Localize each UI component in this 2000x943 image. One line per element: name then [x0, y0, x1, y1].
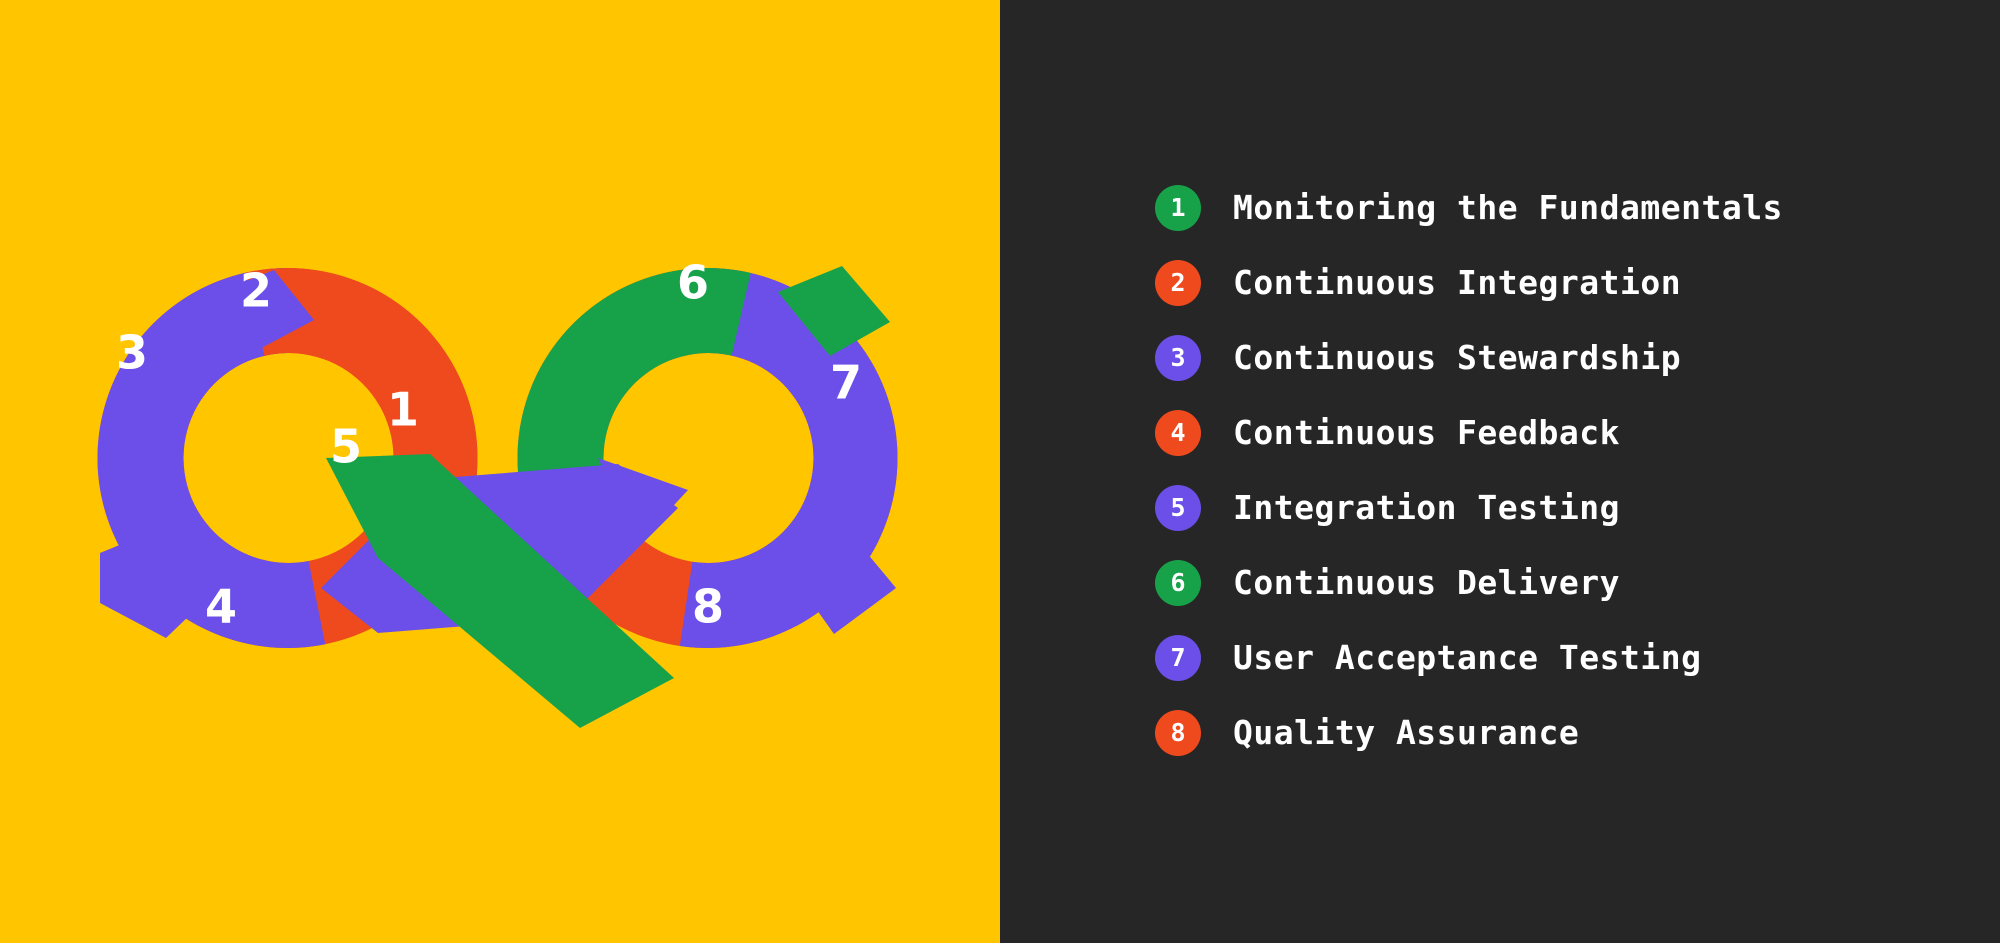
legend-badge-4: 4 [1155, 409, 1201, 456]
legend-item-4[interactable]: 4 Continuous Feedback [1155, 395, 1935, 470]
legend-badge-5: 5 [1155, 484, 1201, 531]
legend-label-2: Continuous Integration [1233, 263, 1682, 302]
legend-label-5: Integration Testing [1233, 488, 1620, 527]
legend-label-4: Continuous Feedback [1233, 413, 1620, 452]
legend-label-6: Continuous Delivery [1233, 563, 1620, 602]
legend-label-8: Quality Assurance [1233, 713, 1580, 752]
legend-badge-2: 2 [1155, 259, 1201, 306]
legend-item-1[interactable]: 1 Monitoring the Fundamentals [1155, 170, 1935, 245]
legend-label-7: User Acceptance Testing [1233, 638, 1702, 677]
legend-item-6[interactable]: 6 Continuous Delivery [1155, 545, 1935, 620]
loop-number-3: 3 [116, 326, 148, 380]
devops-infinity-loop: 1 2 3 4 5 6 7 8 [78, 256, 918, 728]
loop-number-4: 4 [205, 580, 237, 634]
legend-list: 1 Monitoring the Fundamentals 2 Continuo… [1155, 170, 1935, 770]
infographic-root: 1 2 3 4 5 6 7 8 1 Monitoring the Fundame… [0, 0, 2000, 943]
loop-number-8: 8 [692, 580, 724, 634]
legend-badge-6: 6 [1155, 559, 1201, 606]
legend-item-7[interactable]: 7 User Acceptance Testing [1155, 620, 1935, 695]
infinity-loop-svg: 1 2 3 4 5 6 7 8 [97, 256, 898, 728]
diagram-panel: 1 2 3 4 5 6 7 8 [0, 0, 1000, 943]
loop-number-1: 1 [387, 383, 419, 437]
legend-panel: 1 Monitoring the Fundamentals 2 Continuo… [1000, 0, 2000, 943]
loop-number-6: 6 [677, 256, 709, 310]
loop-number-7: 7 [830, 356, 862, 410]
legend-label-1: Monitoring the Fundamentals [1233, 188, 1783, 227]
legend-badge-8: 8 [1155, 709, 1201, 756]
loop-number-2: 2 [240, 264, 272, 318]
legend-badge-7: 7 [1155, 634, 1201, 681]
legend-item-5[interactable]: 5 Integration Testing [1155, 470, 1935, 545]
legend-item-3[interactable]: 3 Continuous Stewardship [1155, 320, 1935, 395]
legend-label-3: Continuous Stewardship [1233, 338, 1682, 377]
loop-number-5: 5 [330, 420, 362, 474]
legend-badge-1: 1 [1155, 184, 1201, 231]
legend-item-8[interactable]: 8 Quality Assurance [1155, 695, 1935, 770]
legend-badge-3: 3 [1155, 334, 1201, 381]
legend-item-2[interactable]: 2 Continuous Integration [1155, 245, 1935, 320]
